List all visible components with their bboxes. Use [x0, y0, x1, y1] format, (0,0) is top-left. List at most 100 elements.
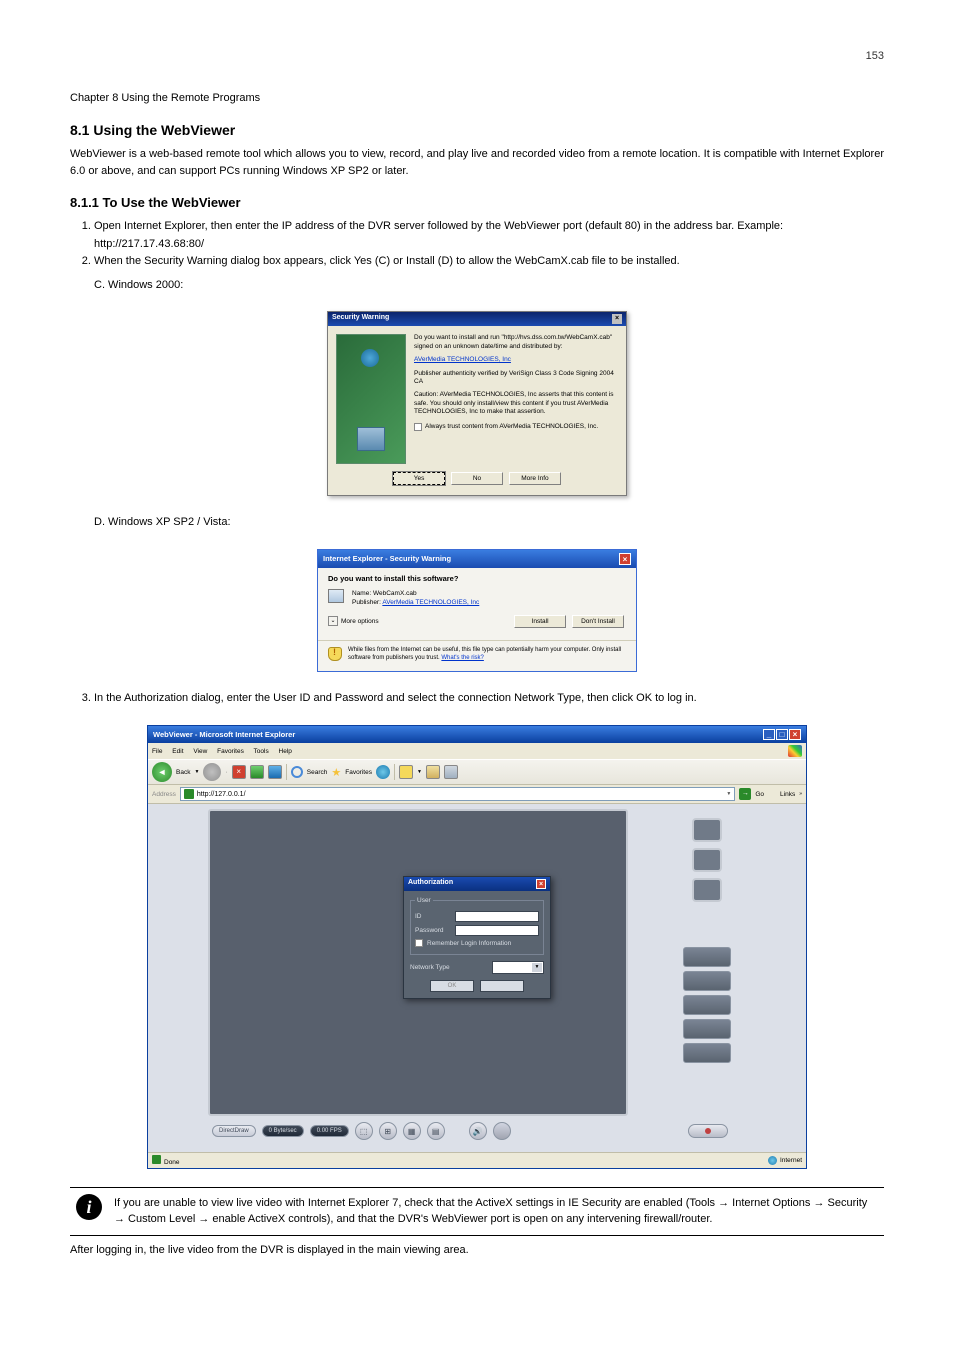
panel-button-5[interactable]	[683, 1043, 731, 1063]
id-input[interactable]	[455, 911, 539, 922]
step-3: In the Authorization dialog, enter the U…	[94, 690, 884, 708]
go-label: Go	[755, 791, 764, 798]
panel-button-4[interactable]	[683, 1019, 731, 1039]
publisher-link[interactable]: AVerMedia TECHNOLOGIES, Inc	[414, 356, 511, 363]
ie-security-title: Internet Explorer - Security Warning	[323, 554, 451, 563]
ie-security-footer: While files from the Internet can be use…	[348, 647, 626, 663]
ok-button[interactable]: OK	[430, 980, 474, 992]
more-options-toggle[interactable]: ⌄ More options	[328, 616, 379, 626]
chevron-down-icon: ⌄	[328, 616, 338, 626]
ie-security-question: Do you want to install this software?	[328, 574, 626, 583]
subsection-title: 8.1.1 To Use the WebViewer	[70, 195, 884, 210]
audio-button[interactable]: 🔊	[469, 1122, 487, 1140]
menu-help[interactable]: Help	[279, 748, 292, 755]
search-icon[interactable]	[291, 766, 303, 778]
menu-file[interactable]: File	[152, 748, 162, 755]
control-button-3[interactable]: ▦	[403, 1122, 421, 1140]
maximize-button[interactable]: □	[776, 729, 788, 740]
step2-note-c: C. Windows 2000:	[94, 277, 884, 294]
control-button-2[interactable]: ⊞	[379, 1122, 397, 1140]
close-icon[interactable]: ×	[536, 879, 546, 889]
mail-button[interactable]	[426, 765, 440, 779]
security-graphic	[336, 334, 406, 464]
user-fieldset: User ID Password Remember	[410, 897, 544, 955]
shield-icon	[328, 647, 342, 661]
browser-window: WebViewer - Microsoft Internet Explorer …	[147, 725, 807, 1169]
menu-edit[interactable]: Edit	[172, 748, 183, 755]
no-button[interactable]: No	[451, 472, 503, 485]
security-zone: Internet	[780, 1157, 802, 1164]
control-button-4[interactable]: ▤	[427, 1122, 445, 1140]
security-warning-title: Security Warning	[332, 314, 389, 324]
network-type-select[interactable]	[492, 961, 544, 974]
layout-icon-1[interactable]	[692, 818, 722, 842]
remember-checkbox[interactable]	[415, 939, 423, 947]
render-mode: DirectDraw	[212, 1125, 256, 1137]
bottom-toolbar: DirectDraw 0 Byte/sec 0.00 FPS ⬚ ⊞ ▦ ▤ 🔊	[208, 1120, 732, 1142]
info-note-block: i If you are unable to view live video w…	[70, 1187, 884, 1236]
browser-statusbar: Done Internet	[148, 1152, 806, 1168]
always-trust-label: Always trust content from AVerMedia TECH…	[425, 423, 598, 431]
favorites-icon[interactable]: ★	[331, 766, 341, 779]
layout-icon-2[interactable]	[692, 848, 722, 872]
home-button[interactable]	[268, 765, 282, 779]
section-title: 8.1 Using the WebViewer	[70, 122, 884, 138]
browser-titlebar: WebViewer - Microsoft Internet Explorer …	[148, 726, 806, 743]
close-icon[interactable]: ×	[612, 314, 622, 324]
publisher-link[interactable]: AVerMedia TECHNOLOGIES, Inc	[382, 599, 479, 606]
close-icon[interactable]: ×	[619, 553, 631, 565]
address-input[interactable]: http://127.0.0.1/ ▼	[180, 787, 736, 801]
history-button[interactable]	[399, 765, 413, 779]
links-label[interactable]: Links	[780, 791, 795, 798]
remember-label: Remember Login Information	[427, 940, 511, 947]
whats-the-risk-link[interactable]: What's the risk?	[441, 655, 484, 661]
search-label: Search	[307, 769, 328, 776]
panel-button-2[interactable]	[683, 971, 731, 991]
settings-button[interactable]	[493, 1122, 511, 1140]
dont-install-button[interactable]: Don't Install	[572, 615, 624, 628]
address-bar: Address http://127.0.0.1/ ▼ → Go Links »	[148, 785, 806, 804]
back-button[interactable]: ◄	[152, 762, 172, 782]
ie-flag-icon	[788, 745, 802, 757]
authorization-title: Authorization	[408, 879, 453, 889]
security-warning-titlebar: Security Warning ×	[328, 312, 626, 326]
post-note: After logging in, the live video from th…	[70, 1242, 884, 1259]
menu-view[interactable]: View	[193, 748, 207, 755]
address-label: Address	[152, 791, 176, 798]
more-info-button[interactable]: More Info	[509, 472, 561, 485]
security-text: Do you want to install and run "http://h…	[414, 334, 618, 464]
layout-icon-3[interactable]	[692, 878, 722, 902]
step-1: Open Internet Explorer, then enter the I…	[94, 218, 884, 253]
globe-icon	[768, 1156, 777, 1165]
minimize-button[interactable]: _	[763, 729, 775, 740]
chapter-heading: Chapter 8 Using the Remote Programs	[70, 92, 884, 104]
yes-button[interactable]: Yes	[393, 472, 445, 485]
menu-favorites[interactable]: Favorites	[217, 748, 244, 755]
stop-button[interactable]: ×	[232, 765, 246, 779]
install-button[interactable]: Install	[514, 615, 566, 628]
refresh-button[interactable]	[250, 765, 264, 779]
always-trust-checkbox[interactable]	[414, 423, 422, 431]
browser-menubar: File Edit View Favorites Tools Help	[148, 743, 806, 759]
intro-paragraph: WebViewer is a web-based remote tool whi…	[70, 146, 884, 179]
menu-tools[interactable]: Tools	[254, 748, 269, 755]
byte-rate: 0 Byte/sec	[262, 1125, 304, 1137]
forward-button[interactable]	[203, 763, 221, 781]
network-type-label: Network Type	[410, 964, 460, 971]
browser-toolbar: ◄ Back ▼ · × Search ★ Favorites ▼	[148, 759, 806, 785]
panel-button-1[interactable]	[683, 947, 731, 967]
close-button[interactable]: ×	[789, 729, 801, 740]
panel-button-3[interactable]	[683, 995, 731, 1015]
media-button[interactable]	[376, 765, 390, 779]
security-caution-text: Caution: AVerMedia TECHNOLOGIES, Inc ass…	[414, 391, 618, 416]
cancel-button[interactable]: Cancel	[480, 980, 524, 992]
info-note-text: If you are unable to view live video wit…	[114, 1196, 880, 1227]
steps-list-continued: In the Authorization dialog, enter the U…	[94, 690, 884, 708]
step2-note-d: D. Windows XP SP2 / Vista:	[94, 514, 884, 531]
password-input[interactable]	[455, 925, 539, 936]
go-button[interactable]: →	[739, 788, 751, 800]
record-button[interactable]	[688, 1124, 728, 1138]
name-value: WebCamX.cab	[373, 590, 417, 597]
print-button[interactable]	[444, 765, 458, 779]
control-button-1[interactable]: ⬚	[355, 1122, 373, 1140]
